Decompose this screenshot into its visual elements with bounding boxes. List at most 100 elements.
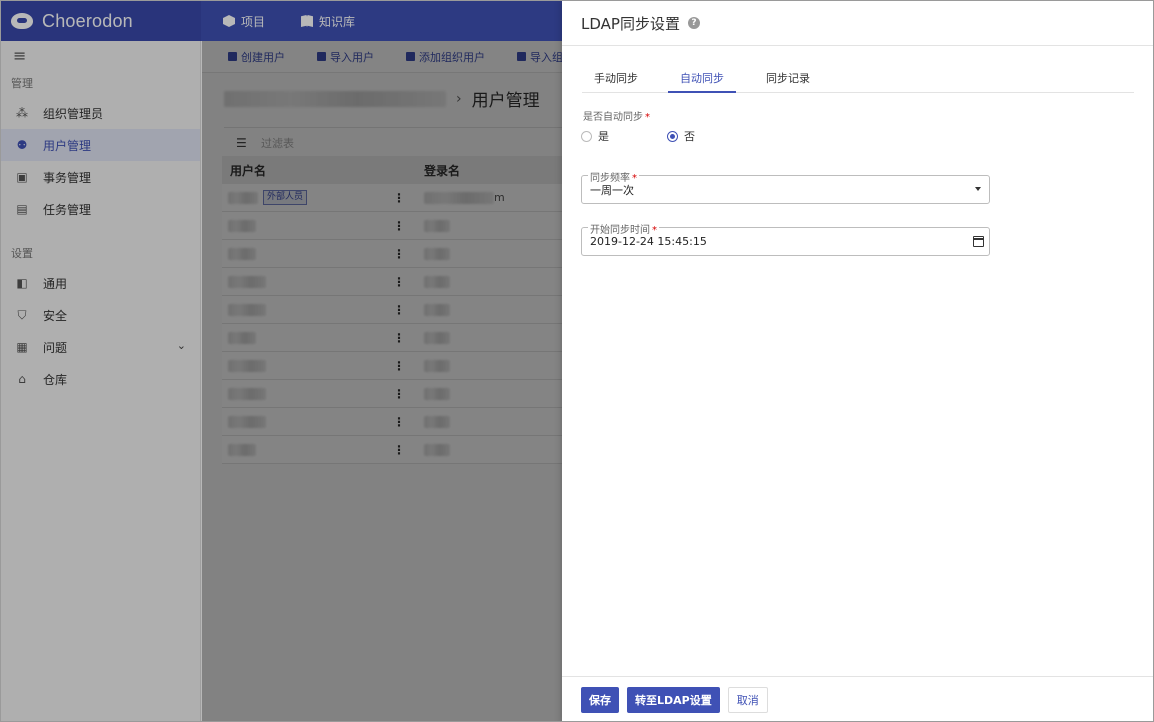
filter-icon: ☰ bbox=[236, 135, 247, 150]
add-user-icon bbox=[228, 52, 237, 61]
ldap-sync-drawer: LDAP同步设置 ? 手动同步 自动同步 同步记录 是否自动同步 * 是 否 同步… bbox=[562, 1, 1153, 721]
goto-ldap-settings-button[interactable]: 转至LDAP设置 bbox=[627, 687, 720, 713]
sidebar-item-security[interactable]: ⛉ 安全 bbox=[1, 299, 200, 331]
breadcrumb-org-blurred bbox=[224, 90, 446, 107]
general-icon: ◧ bbox=[16, 276, 28, 290]
menu-toggle[interactable]: ≡ bbox=[1, 41, 200, 69]
import-user-label: 导入用户 bbox=[330, 50, 374, 64]
sidebar-item-label: 问题 bbox=[43, 340, 68, 355]
sidebar-item-repository[interactable]: ⌂ 仓库 bbox=[1, 363, 200, 395]
row-menu-button[interactable]: ⋮ bbox=[382, 387, 416, 401]
save-button[interactable]: 保存 bbox=[581, 687, 619, 713]
row-menu-button[interactable]: ⋮ bbox=[382, 303, 416, 317]
sidebar-section-settings: 设置 bbox=[11, 247, 33, 260]
cube-icon bbox=[223, 15, 235, 27]
sync-frequency-label: 同步频率 * bbox=[588, 169, 639, 184]
sync-tabs: 手动同步 自动同步 同步记录 bbox=[582, 69, 1134, 93]
required-mark: * bbox=[632, 173, 637, 184]
book-icon bbox=[301, 15, 314, 27]
calendar-icon[interactable] bbox=[973, 236, 984, 247]
row-menu-button[interactable]: ⋮ bbox=[382, 331, 416, 345]
sidebar-item-org-admin[interactable]: ⁂ 组织管理员 bbox=[1, 97, 200, 129]
required-mark: * bbox=[652, 225, 657, 236]
radio-yes-circle bbox=[581, 130, 592, 142]
sidebar-item-label: 事务管理 bbox=[43, 170, 92, 185]
sidebar-item-label: 安全 bbox=[43, 308, 68, 323]
brand-name: Choerodon bbox=[42, 10, 133, 31]
shield-icon: ⛉ bbox=[17, 307, 27, 322]
choerodon-logo-icon bbox=[11, 13, 33, 29]
sidebar-item-label: 组织管理员 bbox=[43, 106, 104, 121]
tab-sync-records[interactable]: 同步记录 bbox=[754, 69, 822, 93]
import-icon bbox=[517, 52, 526, 61]
import-icon bbox=[317, 52, 326, 61]
row-menu-button[interactable]: ⋮ bbox=[382, 219, 416, 233]
sidebar-item-general[interactable]: ◧ 通用 bbox=[1, 267, 200, 299]
tab-auto-sync[interactable]: 自动同步 bbox=[668, 69, 736, 93]
row-menu-button[interactable]: ⋮ bbox=[382, 191, 416, 205]
loginname-suffix: m bbox=[494, 191, 505, 204]
drawer-header: LDAP同步设置 ? bbox=[562, 1, 1153, 46]
cancel-button[interactable]: 取消 bbox=[727, 687, 768, 713]
sidebar-item-affairs[interactable]: ▣ 事务管理 bbox=[1, 161, 200, 193]
breadcrumb-separator: › bbox=[456, 90, 462, 107]
auto-sync-radio-group: 是 否 bbox=[581, 128, 753, 144]
radio-yes-label: 是 bbox=[598, 130, 609, 143]
breadcrumb: › 用户管理 bbox=[224, 86, 540, 111]
sync-frequency-select[interactable]: 同步频率 * 一周一次 bbox=[581, 169, 990, 204]
radio-no-circle bbox=[667, 130, 678, 142]
nav-project[interactable]: 项目 bbox=[223, 13, 265, 30]
sidebar: ≡ 管理 ⁂ 组织管理员 ⚉ 用户管理 ▣ 事务管理 ▤ 任务管理 设置 ◧ 通… bbox=[1, 41, 201, 721]
auto-sync-label: 是否自动同步 * bbox=[583, 108, 650, 123]
nav-knowledge-label: 知识库 bbox=[319, 14, 356, 29]
sidebar-item-issues[interactable]: ▦ 问题 ⌄ bbox=[1, 331, 200, 363]
caret-down-icon bbox=[975, 187, 981, 191]
required-mark: * bbox=[645, 112, 650, 123]
loginname-blurred bbox=[424, 191, 494, 204]
brand-logo[interactable]: Choerodon bbox=[1, 1, 201, 41]
radio-yes[interactable]: 是 bbox=[581, 128, 609, 144]
task-icon: ▣ bbox=[16, 170, 28, 184]
external-tag: 外部人员 bbox=[263, 190, 308, 205]
person-add-icon bbox=[406, 52, 415, 61]
row-menu-button[interactable]: ⋮ bbox=[382, 275, 416, 289]
top-navigation: 项目 知识库 bbox=[201, 1, 391, 41]
nav-project-label: 项目 bbox=[241, 14, 266, 29]
row-menu-button[interactable]: ⋮ bbox=[382, 415, 416, 429]
sync-frequency-label-text: 同步频率 bbox=[590, 173, 630, 184]
create-user-label: 创建用户 bbox=[241, 50, 285, 64]
create-user-button[interactable]: 创建用户 bbox=[228, 49, 285, 65]
sidebar-item-tasks[interactable]: ▤ 任务管理 bbox=[1, 193, 200, 225]
app-window: Choerodon 项目 知识库 ≡ 管理 ⁂ 组织管理员 ⚉ 用户管理 ▣ 事… bbox=[0, 0, 1154, 722]
sidebar-item-user-management[interactable]: ⚉ 用户管理 bbox=[1, 129, 200, 161]
column-loginname[interactable]: 登录名 bbox=[416, 162, 460, 179]
column-username[interactable]: 用户名 bbox=[222, 162, 416, 179]
tab-manual-sync[interactable]: 手动同步 bbox=[582, 69, 650, 93]
row-menu-button[interactable]: ⋮ bbox=[382, 359, 416, 373]
start-time-label: 开始同步时间 * bbox=[588, 221, 659, 236]
sidebar-section-manage: 管理 bbox=[11, 77, 33, 90]
sidebar-item-label: 仓库 bbox=[43, 372, 68, 387]
job-icon: ▤ bbox=[16, 202, 28, 216]
start-time-value: 2019-12-24 15:45:15 bbox=[590, 235, 707, 248]
nav-knowledge[interactable]: 知识库 bbox=[301, 13, 355, 30]
users-icon: ⁂ bbox=[16, 106, 28, 120]
page-title: 用户管理 bbox=[471, 91, 540, 111]
radio-no-label: 否 bbox=[684, 130, 695, 143]
user-manage-icon: ⚉ bbox=[16, 138, 28, 152]
drawer-title: LDAP同步设置 bbox=[581, 14, 680, 33]
help-icon[interactable]: ? bbox=[687, 17, 700, 29]
clipboard-icon: ▦ bbox=[16, 340, 28, 354]
start-time-picker[interactable]: 开始同步时间 * 2019-12-24 15:45:15 bbox=[581, 221, 990, 256]
auto-sync-label-text: 是否自动同步 bbox=[583, 112, 643, 123]
bank-icon: ⌂ bbox=[18, 372, 26, 386]
add-org-user-label: 添加组织用户 bbox=[419, 50, 485, 64]
radio-no[interactable]: 否 bbox=[667, 128, 695, 144]
username-blurred bbox=[228, 191, 258, 204]
add-org-user-button[interactable]: 添加组织用户 bbox=[406, 49, 485, 65]
import-user-button[interactable]: 导入用户 bbox=[317, 49, 374, 65]
row-menu-button[interactable]: ⋮ bbox=[382, 247, 416, 261]
sidebar-item-label: 任务管理 bbox=[43, 202, 92, 217]
row-menu-button[interactable]: ⋮ bbox=[382, 443, 416, 457]
sidebar-item-label: 用户管理 bbox=[43, 138, 92, 153]
